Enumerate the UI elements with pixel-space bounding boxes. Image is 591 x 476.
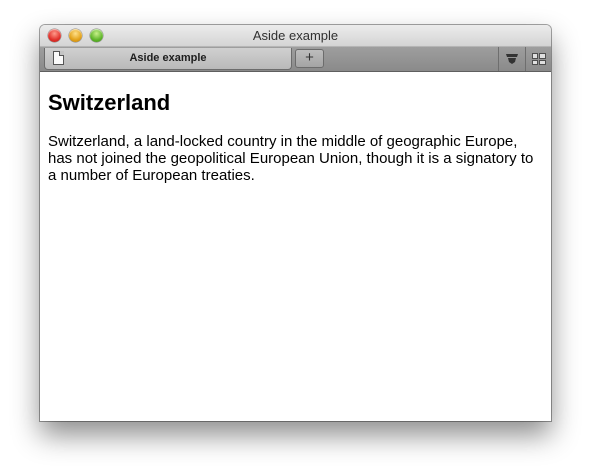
tab-label: Aside example [129, 52, 207, 64]
page-content: Switzerland Switzerland, a land-locked c… [40, 72, 551, 421]
tab-aside-example[interactable]: Aside example [44, 48, 292, 70]
bookmarks-button[interactable] [498, 47, 524, 71]
page-paragraph: Switzerland, a land-locked country in th… [48, 133, 534, 184]
new-tab-button[interactable]: + [295, 49, 324, 68]
top-sites-button[interactable] [525, 47, 551, 71]
browser-window: Aside example Aside example + Switzerlan… [40, 25, 551, 421]
page-heading: Switzerland [48, 90, 171, 115]
bookmarks-icon [505, 54, 518, 64]
tab-bar: Aside example + [40, 47, 551, 72]
top-sites-icon [531, 53, 546, 65]
window-title: Aside example [252, 28, 339, 43]
title-bar[interactable]: Aside example [40, 25, 551, 47]
screenshot-stage: Aside example Aside example + Switzerlan… [0, 0, 591, 476]
